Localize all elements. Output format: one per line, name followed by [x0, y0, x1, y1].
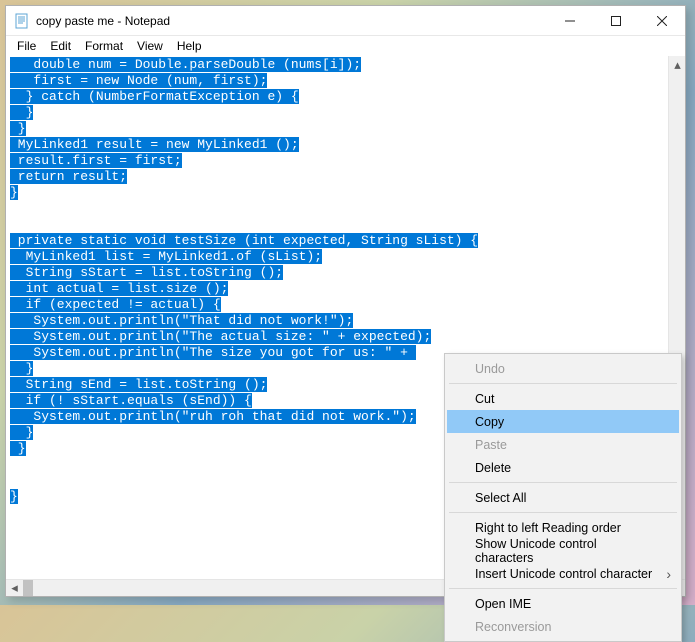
menu-file[interactable]: File — [10, 38, 43, 54]
ctx-delete[interactable]: Delete — [447, 456, 679, 479]
code-line: System.out.println("The size you got for… — [10, 345, 416, 360]
code-line: result.first = first; — [10, 153, 182, 168]
maximize-button[interactable] — [593, 6, 639, 35]
ctx-select-all[interactable]: Select All — [447, 486, 679, 509]
code-line: first = new Node (num, first); — [10, 73, 267, 88]
window-title: copy paste me - Notepad — [36, 14, 547, 28]
code-line: System.out.println("That did not work!")… — [10, 313, 353, 328]
ctx-open-ime[interactable]: Open IME — [447, 592, 679, 615]
separator — [449, 512, 677, 513]
code-line: String sStart = list.toString (); — [10, 265, 283, 280]
code-line: } — [10, 105, 33, 120]
scrollbar-thumb[interactable] — [23, 580, 33, 596]
code-line: } — [10, 361, 33, 376]
window-controls — [547, 6, 685, 35]
code-line: } — [10, 121, 26, 136]
menubar: File Edit Format View Help — [6, 36, 685, 56]
code-line: private static void testSize (int expect… — [10, 233, 478, 248]
separator — [449, 482, 677, 483]
ctx-show-unicode[interactable]: Show Unicode control characters — [447, 539, 679, 562]
ctx-copy[interactable]: Copy — [447, 410, 679, 433]
code-line: } — [10, 489, 18, 504]
code-line: System.out.println("The actual size: " +… — [10, 329, 431, 344]
ctx-reconversion[interactable]: Reconversion — [447, 615, 679, 638]
ctx-paste[interactable]: Paste — [447, 433, 679, 456]
code-line: } — [10, 441, 26, 456]
ctx-undo[interactable]: Undo — [447, 357, 679, 380]
close-button[interactable] — [639, 6, 685, 35]
code-line: } catch (NumberFormatException e) { — [10, 89, 299, 104]
code-line: int actual = list.size (); — [10, 281, 228, 296]
code-line: } — [10, 425, 33, 440]
code-line: String sEnd = list.toString (); — [10, 377, 267, 392]
code-line: MyLinked1 list = MyLinked1.of (sList); — [10, 249, 322, 264]
separator — [449, 588, 677, 589]
code-line: System.out.println("ruh roh that did not… — [10, 409, 416, 424]
scroll-up-icon[interactable]: ▴ — [669, 56, 686, 73]
ctx-cut[interactable]: Cut — [447, 387, 679, 410]
code-line: return result; — [10, 169, 127, 184]
menu-help[interactable]: Help — [170, 38, 209, 54]
code-line: MyLinked1 result = new MyLinked1 (); — [10, 137, 299, 152]
ctx-insert-unicode[interactable]: Insert Unicode control character — [447, 562, 679, 585]
scroll-left-icon[interactable]: ◂ — [6, 580, 23, 597]
code-line: double num = Double.parseDouble (nums[i]… — [10, 57, 361, 72]
minimize-button[interactable] — [547, 6, 593, 35]
menu-format[interactable]: Format — [78, 38, 130, 54]
context-menu: Undo Cut Copy Paste Delete Select All Ri… — [444, 353, 682, 642]
separator — [449, 383, 677, 384]
menu-view[interactable]: View — [130, 38, 170, 54]
notepad-icon — [14, 13, 30, 29]
code-line: } — [10, 185, 18, 200]
code-line: if (expected != actual) { — [10, 297, 221, 312]
code-line: if (! sStart.equals (sEnd)) { — [10, 393, 252, 408]
titlebar: copy paste me - Notepad — [6, 6, 685, 36]
menu-edit[interactable]: Edit — [43, 38, 78, 54]
